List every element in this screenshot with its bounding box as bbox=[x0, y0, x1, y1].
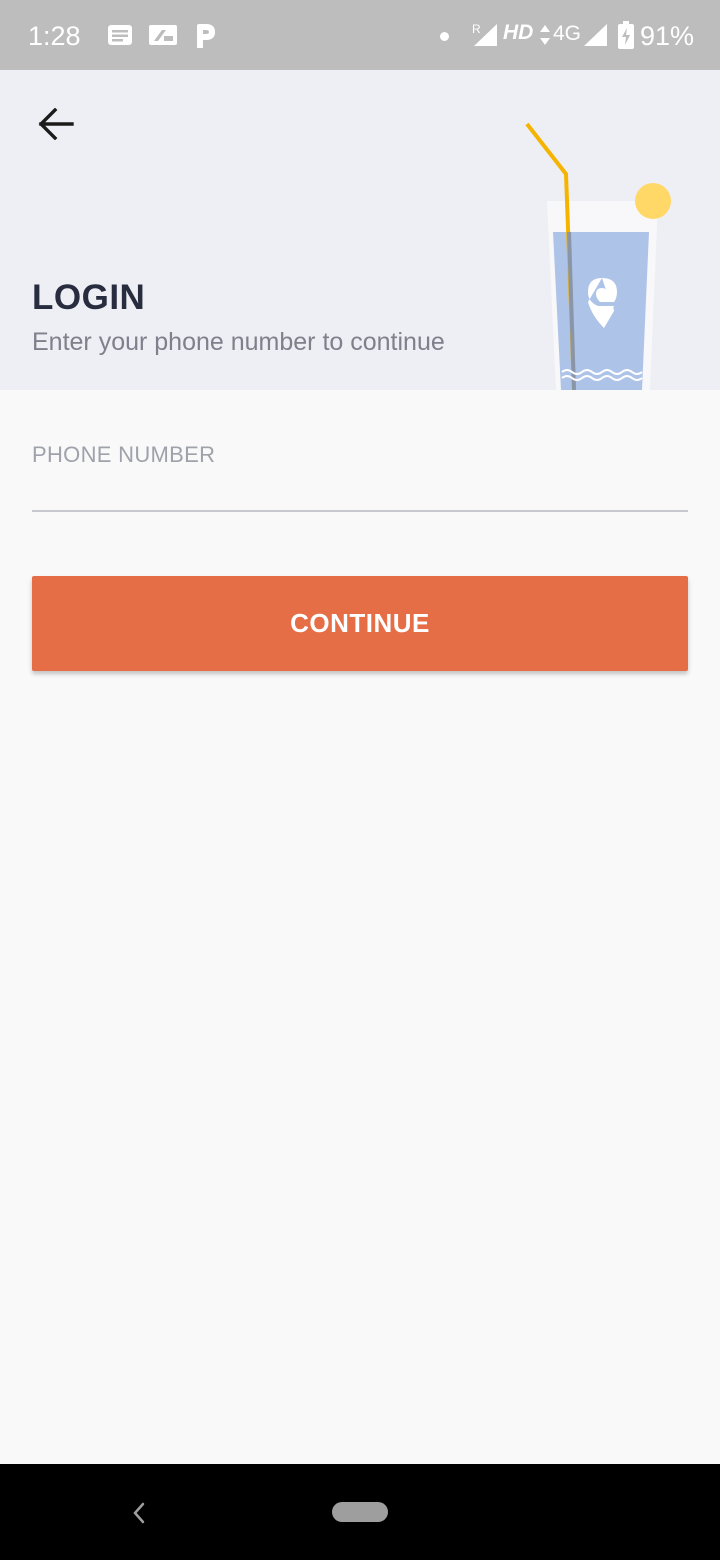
nav-back-chevron-icon[interactable] bbox=[124, 1498, 154, 1528]
notification-dot bbox=[440, 32, 449, 41]
phone-number-input[interactable] bbox=[32, 472, 688, 512]
login-screen: 1:28 R HD 4G 91% LOGIN Enter your phone … bbox=[0, 0, 720, 1560]
back-button[interactable] bbox=[26, 100, 86, 152]
battery-charging-icon bbox=[618, 21, 634, 54]
continue-button[interactable]: CONTINUE bbox=[32, 576, 688, 671]
status-time: 1:28 bbox=[28, 21, 81, 51]
nav-home-pill-icon[interactable] bbox=[332, 1502, 388, 1522]
page-title: LOGIN bbox=[32, 278, 146, 317]
page-subtitle: Enter your phone number to continue bbox=[32, 328, 445, 356]
phone-number-label: PHONE NUMBER bbox=[32, 442, 216, 467]
system-navigation-bar bbox=[0, 1464, 720, 1560]
sim-card-icon bbox=[148, 22, 178, 53]
status-bar: 1:28 R HD 4G 91% bbox=[0, 0, 720, 70]
data-arrows-icon bbox=[539, 24, 551, 51]
signal-icon-2 bbox=[584, 24, 608, 51]
hd-label: HD bbox=[503, 21, 534, 44]
battery-percent: 91% bbox=[640, 21, 695, 51]
drink-glass-illustration bbox=[500, 110, 690, 390]
login-header: LOGIN Enter your phone number to continu… bbox=[0, 70, 720, 390]
signal-icon-1 bbox=[474, 24, 498, 51]
network-type: 4G bbox=[553, 22, 582, 45]
arrow-left-icon bbox=[38, 107, 74, 145]
parking-app-icon bbox=[194, 22, 218, 55]
message-icon bbox=[107, 22, 133, 53]
